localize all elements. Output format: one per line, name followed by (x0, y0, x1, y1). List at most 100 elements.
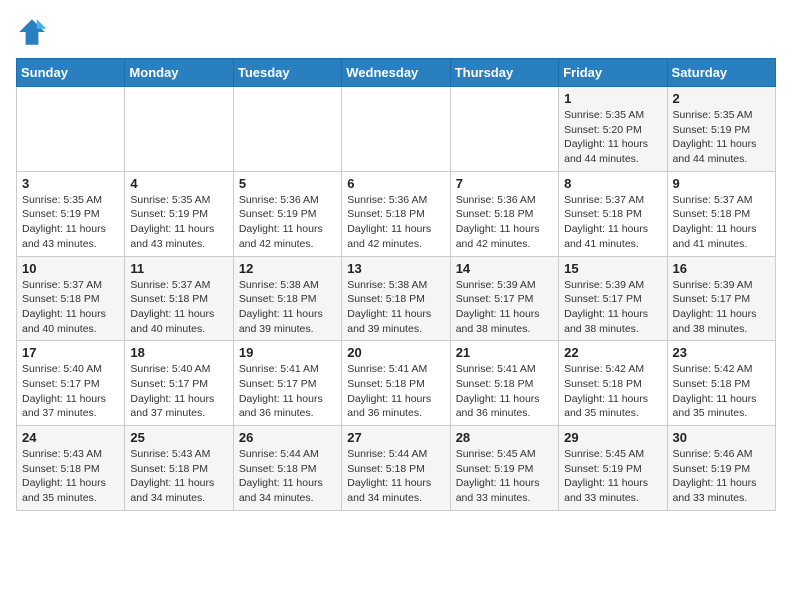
day-number: 8 (564, 176, 661, 191)
day-info: Sunrise: 5:40 AM Sunset: 5:17 PM Dayligh… (22, 362, 119, 421)
day-number: 12 (239, 261, 336, 276)
calendar-cell (125, 87, 233, 172)
calendar-cell: 7 Sunrise: 5:36 AM Sunset: 5:18 PM Daylig… (450, 171, 558, 256)
day-info: Sunrise: 5:45 AM Sunset: 5:19 PM Dayligh… (456, 447, 553, 506)
week-row-2: 3Sunrise: 5:35 AM Sunset: 5:19 PM Daylig… (17, 171, 776, 256)
calendar-cell: 3Sunrise: 5:35 AM Sunset: 5:19 PM Daylig… (17, 171, 125, 256)
day-number: 27 (347, 430, 444, 445)
day-number: 30 (673, 430, 770, 445)
calendar-cell: 10Sunrise: 5:37 AM Sunset: 5:18 PM Dayli… (17, 256, 125, 341)
day-header-sunday: Sunday (17, 59, 125, 87)
day-number: 19 (239, 345, 336, 360)
calendar-cell: 20 Sunrise: 5:41 AM Sunset: 5:18 PM Dayli… (342, 341, 450, 426)
calendar-cell (342, 87, 450, 172)
day-number: 22 (564, 345, 661, 360)
calendar-cell: 6 Sunrise: 5:36 AM Sunset: 5:18 PM Daylig… (342, 171, 450, 256)
day-info: Sunrise: 5:37 AM Sunset: 5:18 PM Dayligh… (22, 278, 119, 337)
day-info: Sunrise: 5:39 AM Sunset: 5:17 PM Dayligh… (673, 278, 770, 337)
day-number: 26 (239, 430, 336, 445)
calendar-cell: 2 Sunrise: 5:35 AM Sunset: 5:19 PM Daylig… (667, 87, 775, 172)
day-info: Sunrise: 5:46 AM Sunset: 5:19 PM Dayligh… (673, 447, 770, 506)
day-info: Sunrise: 5:45 AM Sunset: 5:19 PM Dayligh… (564, 447, 661, 506)
day-info: Sunrise: 5:39 AM Sunset: 5:17 PM Dayligh… (456, 278, 553, 337)
calendar-cell: 11Sunrise: 5:37 AM Sunset: 5:18 PM Dayli… (125, 256, 233, 341)
calendar-cell: 15 Sunrise: 5:39 AM Sunset: 5:17 PM Dayli… (559, 256, 667, 341)
day-header-friday: Friday (559, 59, 667, 87)
week-row-4: 17 Sunrise: 5:40 AM Sunset: 5:17 PM Dayli… (17, 341, 776, 426)
day-number: 23 (673, 345, 770, 360)
day-info: Sunrise: 5:43 AM Sunset: 5:18 PM Dayligh… (130, 447, 227, 506)
day-number: 21 (456, 345, 553, 360)
day-number: 28 (456, 430, 553, 445)
calendar-cell: 14 Sunrise: 5:39 AM Sunset: 5:17 PM Dayli… (450, 256, 558, 341)
calendar-cell: 27Sunrise: 5:44 AM Sunset: 5:18 PM Dayli… (342, 426, 450, 511)
day-header-tuesday: Tuesday (233, 59, 341, 87)
week-row-1: 1 Sunrise: 5:35 AM Sunset: 5:20 PM Daylig… (17, 87, 776, 172)
calendar-cell: 21 Sunrise: 5:41 AM Sunset: 5:18 PM Dayli… (450, 341, 558, 426)
calendar-cell: 18 Sunrise: 5:40 AM Sunset: 5:17 PM Dayli… (125, 341, 233, 426)
day-info: Sunrise: 5:35 AM Sunset: 5:19 PM Dayligh… (130, 193, 227, 252)
day-number: 14 (456, 261, 553, 276)
calendar-cell: 26 Sunrise: 5:44 AM Sunset: 5:18 PM Dayli… (233, 426, 341, 511)
calendar-header: SundayMondayTuesdayWednesdayThursdayFrid… (17, 59, 776, 87)
day-number: 4 (130, 176, 227, 191)
day-number: 17 (22, 345, 119, 360)
day-info: Sunrise: 5:41 AM Sunset: 5:17 PM Dayligh… (239, 362, 336, 421)
day-info: Sunrise: 5:40 AM Sunset: 5:17 PM Dayligh… (130, 362, 227, 421)
day-number: 25 (130, 430, 227, 445)
day-number: 6 (347, 176, 444, 191)
day-number: 9 (673, 176, 770, 191)
calendar-cell: 29 Sunrise: 5:45 AM Sunset: 5:19 PM Dayli… (559, 426, 667, 511)
day-number: 24 (22, 430, 119, 445)
day-number: 18 (130, 345, 227, 360)
calendar-cell (17, 87, 125, 172)
day-header-monday: Monday (125, 59, 233, 87)
day-info: Sunrise: 5:36 AM Sunset: 5:18 PM Dayligh… (347, 193, 444, 252)
calendar-cell: 5Sunrise: 5:36 AM Sunset: 5:19 PM Daylig… (233, 171, 341, 256)
day-info: Sunrise: 5:36 AM Sunset: 5:19 PM Dayligh… (239, 193, 336, 252)
day-info: Sunrise: 5:36 AM Sunset: 5:18 PM Dayligh… (456, 193, 553, 252)
day-info: Sunrise: 5:41 AM Sunset: 5:18 PM Dayligh… (456, 362, 553, 421)
calendar-cell: 4 Sunrise: 5:35 AM Sunset: 5:19 PM Daylig… (125, 171, 233, 256)
day-info: Sunrise: 5:42 AM Sunset: 5:18 PM Dayligh… (673, 362, 770, 421)
calendar-cell: 17 Sunrise: 5:40 AM Sunset: 5:17 PM Dayli… (17, 341, 125, 426)
day-number: 1 (564, 91, 661, 106)
calendar-cell: 25 Sunrise: 5:43 AM Sunset: 5:18 PM Dayli… (125, 426, 233, 511)
calendar-cell (450, 87, 558, 172)
day-info: Sunrise: 5:35 AM Sunset: 5:19 PM Dayligh… (673, 108, 770, 167)
day-number: 7 (456, 176, 553, 191)
header-row: SundayMondayTuesdayWednesdayThursdayFrid… (17, 59, 776, 87)
day-number: 20 (347, 345, 444, 360)
calendar-cell: 28 Sunrise: 5:45 AM Sunset: 5:19 PM Dayli… (450, 426, 558, 511)
week-row-5: 24 Sunrise: 5:43 AM Sunset: 5:18 PM Dayli… (17, 426, 776, 511)
calendar-cell: 16Sunrise: 5:39 AM Sunset: 5:17 PM Dayli… (667, 256, 775, 341)
day-number: 29 (564, 430, 661, 445)
day-info: Sunrise: 5:44 AM Sunset: 5:18 PM Dayligh… (239, 447, 336, 506)
calendar-cell: 13Sunrise: 5:38 AM Sunset: 5:18 PM Dayli… (342, 256, 450, 341)
calendar-cell: 12 Sunrise: 5:38 AM Sunset: 5:18 PM Dayli… (233, 256, 341, 341)
page-header (16, 16, 776, 48)
calendar-cell: 30 Sunrise: 5:46 AM Sunset: 5:19 PM Dayli… (667, 426, 775, 511)
day-info: Sunrise: 5:39 AM Sunset: 5:17 PM Dayligh… (564, 278, 661, 337)
calendar-cell (233, 87, 341, 172)
day-info: Sunrise: 5:37 AM Sunset: 5:18 PM Dayligh… (673, 193, 770, 252)
day-number: 13 (347, 261, 444, 276)
day-number: 11 (130, 261, 227, 276)
logo (16, 16, 52, 48)
calendar-cell: 9 Sunrise: 5:37 AM Sunset: 5:18 PM Daylig… (667, 171, 775, 256)
logo-icon (16, 16, 48, 48)
day-info: Sunrise: 5:38 AM Sunset: 5:18 PM Dayligh… (239, 278, 336, 337)
calendar-table: SundayMondayTuesdayWednesdayThursdayFrid… (16, 58, 776, 511)
day-info: Sunrise: 5:41 AM Sunset: 5:18 PM Dayligh… (347, 362, 444, 421)
calendar-cell: 19 Sunrise: 5:41 AM Sunset: 5:17 PM Dayli… (233, 341, 341, 426)
day-number: 2 (673, 91, 770, 106)
day-header-saturday: Saturday (667, 59, 775, 87)
calendar-body: 1 Sunrise: 5:35 AM Sunset: 5:20 PM Daylig… (17, 87, 776, 511)
calendar-cell: 8Sunrise: 5:37 AM Sunset: 5:18 PM Daylig… (559, 171, 667, 256)
calendar-cell: 1 Sunrise: 5:35 AM Sunset: 5:20 PM Daylig… (559, 87, 667, 172)
day-info: Sunrise: 5:35 AM Sunset: 5:20 PM Dayligh… (564, 108, 661, 167)
calendar-cell: 22 Sunrise: 5:42 AM Sunset: 5:18 PM Dayli… (559, 341, 667, 426)
calendar-cell: 24Sunrise: 5:43 AM Sunset: 5:18 PM Dayli… (17, 426, 125, 511)
day-info: Sunrise: 5:42 AM Sunset: 5:18 PM Dayligh… (564, 362, 661, 421)
day-number: 15 (564, 261, 661, 276)
